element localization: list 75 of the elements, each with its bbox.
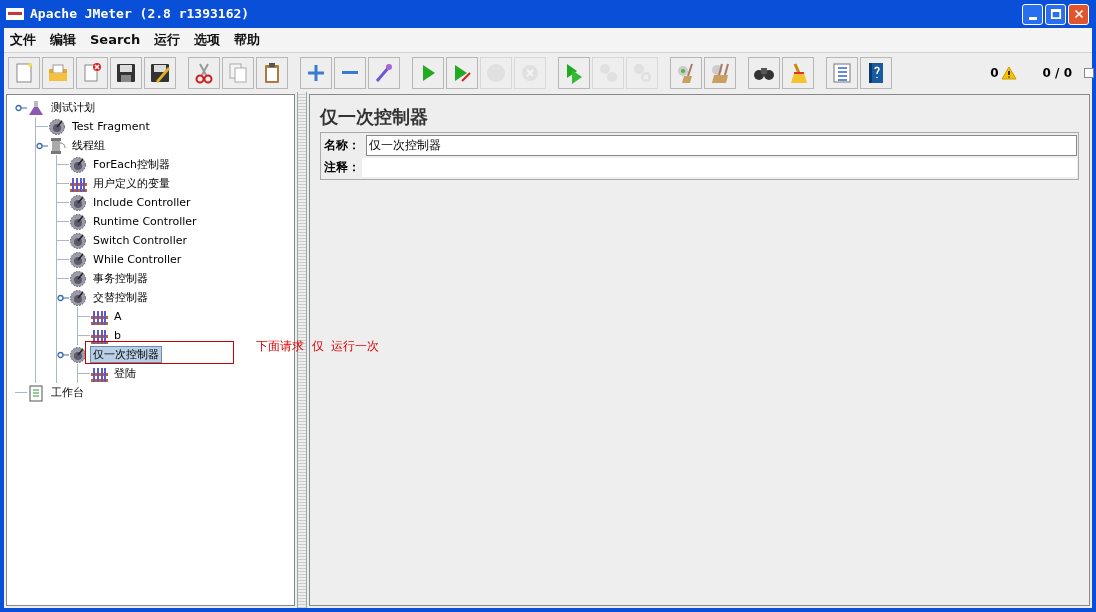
warning-icon	[1000, 65, 1017, 80]
name-label: 名称：	[323, 137, 361, 154]
brooms-button[interactable]	[704, 56, 736, 89]
name-field[interactable]: 仅一次控制器	[366, 134, 1077, 156]
tree-item[interactable]: 交替控制器	[90, 289, 151, 306]
menu-item[interactable]: 编辑	[50, 30, 76, 50]
tree-item[interactable]: b	[111, 327, 124, 344]
gauge-icon	[69, 345, 87, 364]
error-count: 0	[990, 64, 999, 82]
menu-item[interactable]: Search	[90, 30, 141, 50]
scissors-button[interactable]	[188, 56, 220, 89]
blank-page-button[interactable]	[8, 56, 40, 89]
tree-item[interactable]: ForEach控制器	[90, 156, 173, 173]
tree-item[interactable]: Runtime Controller	[90, 213, 200, 230]
broom-gear-button[interactable]	[670, 56, 702, 89]
disk-pencil-button[interactable]	[144, 56, 176, 89]
gauge-icon	[69, 193, 87, 212]
maximize-button[interactable]	[1045, 3, 1066, 25]
expand-handle-icon[interactable]	[57, 292, 69, 303]
tree-item[interactable]: 用户定义的变量	[90, 175, 173, 192]
comment-label: 注释：	[323, 159, 361, 176]
menu-item[interactable]: 帮助	[234, 30, 261, 50]
flask-icon	[27, 98, 45, 117]
minimize-button[interactable]	[1022, 3, 1043, 25]
gauge-icon	[69, 212, 87, 231]
tree-item[interactable]: Switch Controller	[90, 232, 190, 249]
help-book-button[interactable]	[860, 56, 892, 89]
thread-count: 0 / 0	[1042, 64, 1072, 82]
clipboard-button[interactable]	[256, 56, 288, 89]
clipboard-icon	[27, 383, 45, 402]
menu-item[interactable]: 运行	[154, 30, 181, 50]
gauge-icon	[48, 117, 66, 136]
folder-button[interactable]	[42, 56, 74, 89]
annotation-note: 下面请求 仅 运行一次	[256, 338, 380, 355]
list-icon	[830, 60, 854, 85]
maximize-icon	[1048, 7, 1063, 21]
tree-item[interactable]: Test Fragment	[69, 118, 153, 135]
wand-button[interactable]	[368, 56, 400, 89]
app-icon	[6, 8, 24, 20]
plus-button[interactable]	[300, 56, 332, 89]
gauge-icon	[69, 269, 87, 288]
comment-field[interactable]	[362, 157, 1077, 177]
copy-icon	[226, 60, 250, 85]
tree-item[interactable]: A	[111, 308, 125, 325]
tree-item[interactable]: 仅一次控制器	[90, 346, 162, 363]
tree-item[interactable]: While Controller	[90, 251, 185, 268]
minimize-icon	[1028, 16, 1037, 20]
minus-icon	[342, 71, 358, 74]
play-arrow-button[interactable]	[558, 56, 590, 89]
menu-item[interactable]: 文件	[10, 30, 36, 50]
tree-item[interactable]: Include Controller	[90, 194, 194, 211]
window-title: Apache JMeter (2.8 r1393162)	[30, 5, 250, 24]
tree-item[interactable]: 工作台	[48, 384, 87, 401]
play-button[interactable]	[412, 56, 444, 89]
tree-item[interactable]: 线程组	[69, 137, 108, 154]
binoculars-button[interactable]	[748, 56, 780, 89]
menu-item[interactable]: 选项	[194, 30, 221, 50]
play-cross-button[interactable]	[446, 56, 478, 89]
tree-item[interactable]: 登陆	[111, 365, 139, 382]
page-with-x-button[interactable]	[76, 56, 108, 89]
tree-item[interactable]: 事务控制器	[90, 270, 151, 287]
spool-icon	[48, 136, 66, 155]
gauge-icon	[69, 155, 87, 174]
status-indicator	[1084, 67, 1094, 78]
expand-handle-icon[interactable]	[57, 349, 69, 360]
tree-item[interactable]: 测试计划	[48, 99, 98, 116]
editor-title: 仅一次控制器	[320, 105, 429, 129]
gauge-icon	[69, 250, 87, 269]
minus-button[interactable]	[334, 56, 366, 89]
close-button[interactable]	[1068, 3, 1089, 25]
gauge-icon	[69, 231, 87, 250]
floppy-disk-button[interactable]	[110, 56, 142, 89]
expand-handle-icon[interactable]	[36, 140, 48, 151]
gauge-icon	[69, 288, 87, 307]
expand-handle-icon[interactable]	[15, 102, 27, 113]
